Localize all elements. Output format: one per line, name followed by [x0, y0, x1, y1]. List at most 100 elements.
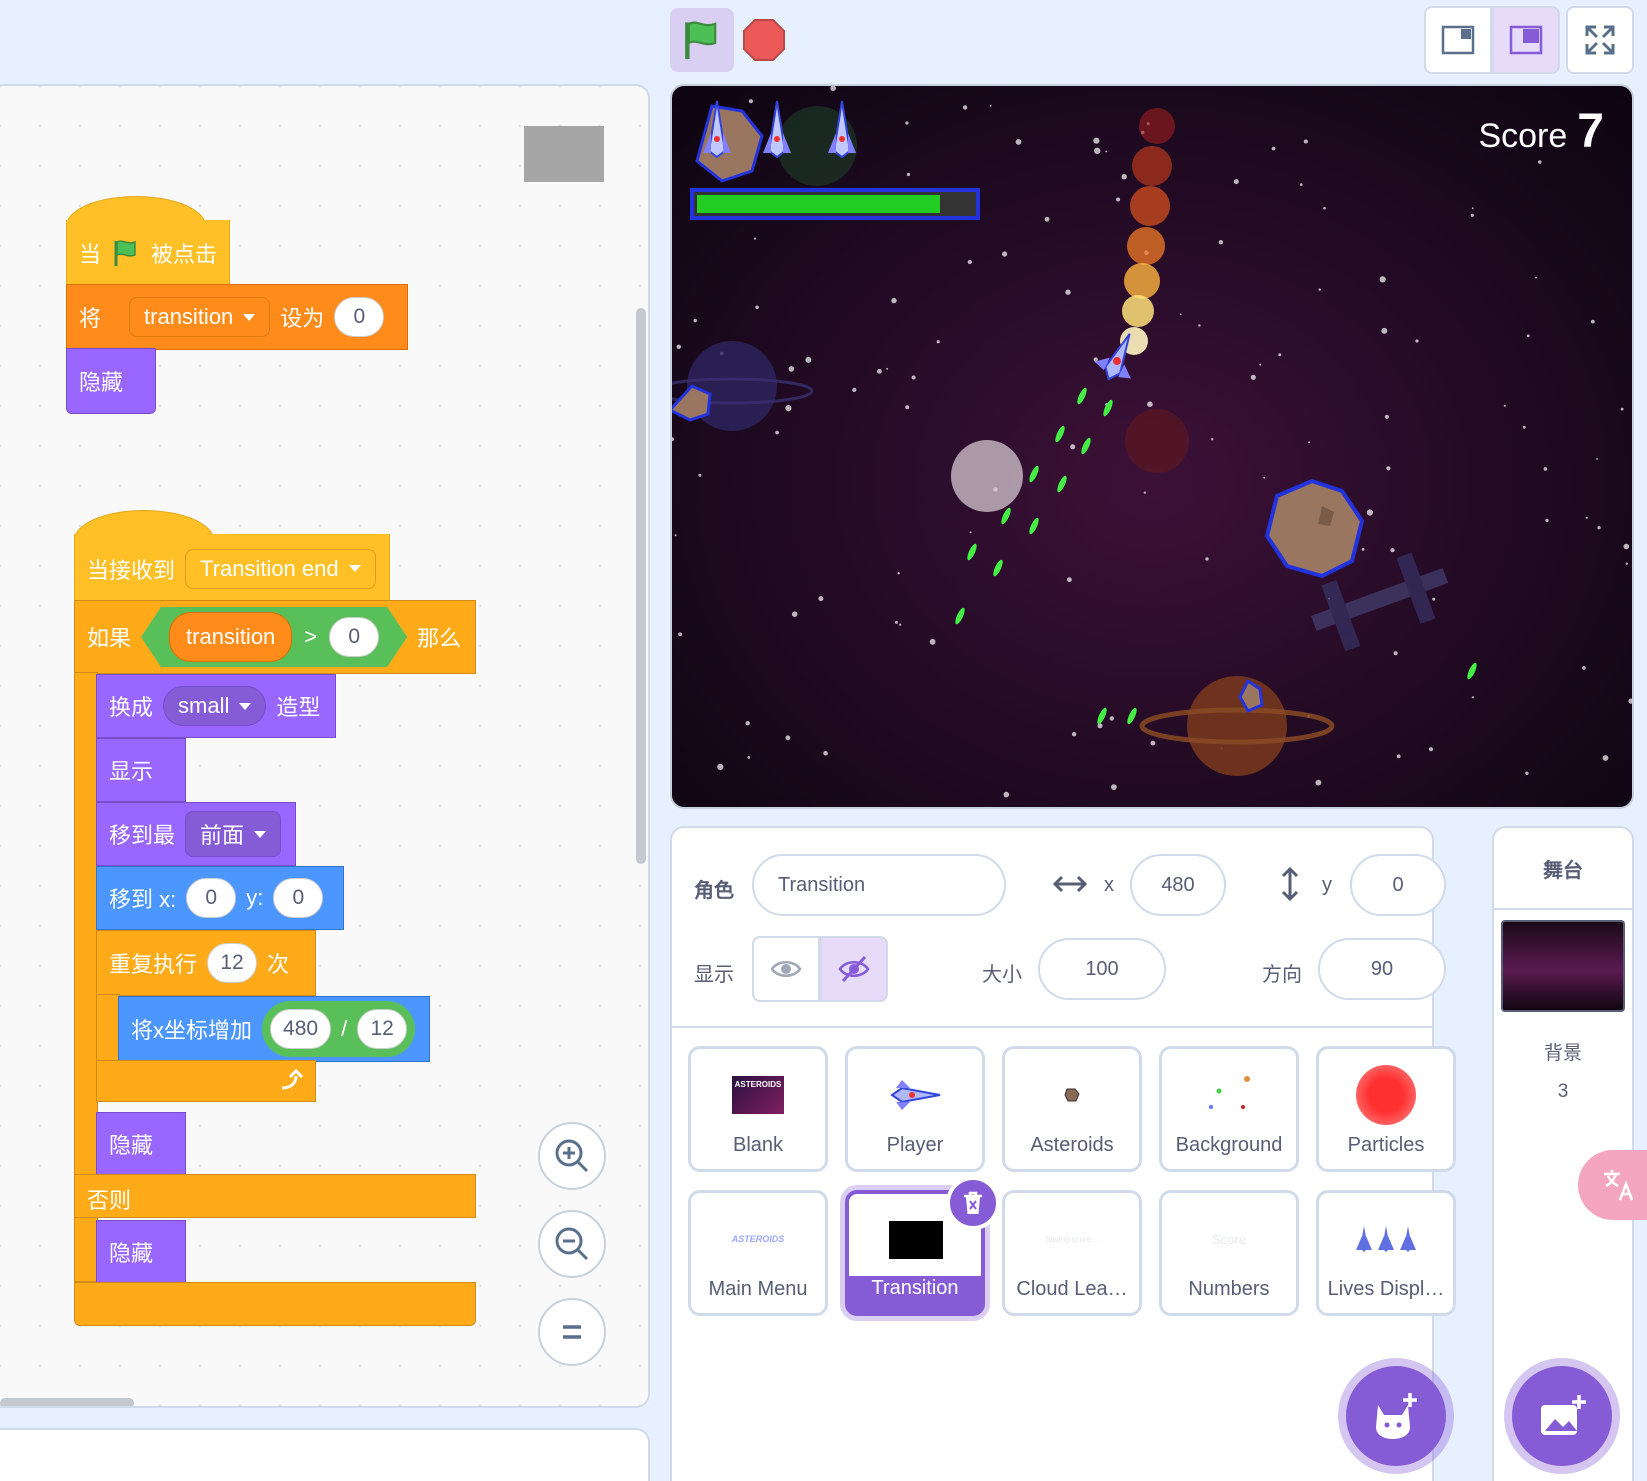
star [1470, 213, 1474, 217]
star [1628, 698, 1632, 704]
show-block[interactable]: 显示 [96, 738, 186, 802]
repeat-footer [96, 1060, 316, 1102]
x-input[interactable]: 480 [1130, 854, 1226, 916]
bullet [1127, 707, 1137, 725]
hide-block[interactable]: 隐藏 [66, 348, 156, 414]
repeat-count-input[interactable]: 12 [207, 943, 258, 983]
go-to-layer-block[interactable]: 移到最 前面 [96, 802, 296, 866]
sprite-tile-particles[interactable]: Particles [1316, 1046, 1456, 1172]
zoom-in-icon [555, 1139, 589, 1173]
zoom-in-button[interactable] [538, 1122, 606, 1190]
bottom-panel [0, 1428, 650, 1481]
asteroid-large [1264, 478, 1365, 579]
sprite-tile-blank[interactable]: ASTEROIDS Blank [688, 1046, 828, 1172]
game-stage[interactable]: Score 7 [670, 84, 1634, 809]
change-x-block[interactable]: 将x坐标增加 480 / 12 [118, 996, 430, 1062]
y-input[interactable]: 0 [1350, 854, 1446, 916]
show-hidden-button[interactable] [820, 936, 888, 1002]
costume-dropdown[interactable]: small [163, 686, 267, 726]
variable-dropdown[interactable]: transition [129, 297, 271, 337]
divide-a-input[interactable]: 480 [270, 1009, 332, 1049]
transition-variable-reporter[interactable]: transition [169, 612, 292, 662]
sprite-tile-cloud-leaderboard[interactable]: Saving score… Cloud Lea… [1002, 1190, 1142, 1316]
sprite-thumbnail [1197, 1069, 1261, 1121]
star [1065, 289, 1071, 295]
large-stage-button[interactable] [1492, 6, 1560, 74]
go-to-y-input[interactable]: 0 [273, 878, 324, 918]
add-backdrop-button[interactable] [1512, 1366, 1612, 1466]
layer-dropdown[interactable]: 前面 [185, 811, 282, 857]
sprite-thumbnail: ASTEROIDS [726, 1213, 790, 1265]
set-variable-block[interactable]: 将 transition 设为 0 [66, 284, 408, 350]
if-else-block[interactable]: 如果 transition > 0 那么 [74, 600, 476, 674]
green-flag-button[interactable] [670, 8, 734, 72]
sprite-tile-player[interactable]: Player [845, 1046, 985, 1172]
star [1585, 516, 1588, 519]
direction-input[interactable]: 90 [1318, 938, 1446, 1000]
bullet [993, 559, 1003, 577]
bullet [1055, 425, 1065, 443]
zoom-out-button[interactable] [538, 1210, 606, 1278]
star [1522, 425, 1526, 429]
sprite-tile-asteroids[interactable]: Asteroids [1002, 1046, 1142, 1172]
delete-sprite-button[interactable] [946, 1176, 1000, 1230]
add-sprite-button[interactable] [1346, 1366, 1446, 1466]
star [1384, 414, 1389, 419]
fullscreen-button[interactable] [1566, 6, 1634, 74]
workspace-sprite-preview [524, 126, 604, 182]
star [698, 473, 702, 477]
show-visible-button[interactable] [752, 936, 820, 1002]
star [1625, 562, 1628, 565]
compare-value-input[interactable]: 0 [329, 617, 379, 657]
star [962, 105, 968, 110]
divide-b-input[interactable]: 12 [357, 1009, 408, 1049]
go-to-x-label: 移到 x: [109, 887, 177, 912]
star [678, 632, 682, 637]
bullet [1467, 662, 1477, 680]
when-receive-block[interactable]: 当接收到 Transition end [74, 534, 390, 604]
sprite-thumbnail: ASTEROIDS [726, 1069, 790, 1121]
go-to-x-input[interactable]: 0 [186, 878, 237, 918]
hide-block-else[interactable]: 隐藏 [96, 1220, 186, 1284]
star [1381, 327, 1388, 334]
eye-icon [770, 961, 802, 977]
sprite-thumbnail [1040, 1069, 1104, 1121]
planet-saturn [1187, 676, 1287, 776]
message-dropdown[interactable]: Transition end [185, 548, 376, 589]
size-input[interactable]: 100 [1038, 938, 1166, 1000]
switch-costume-block[interactable]: 换成 small 造型 [96, 674, 336, 738]
horizontal-scrollbar[interactable] [0, 1398, 134, 1406]
star [788, 366, 795, 372]
sprite-tile-numbers[interactable]: Score Numbers [1159, 1190, 1299, 1316]
star [1015, 139, 1022, 145]
green-flag-icon [685, 21, 717, 60]
trash-icon [964, 1191, 982, 1214]
star [1263, 476, 1266, 479]
greater-than-operator[interactable]: transition > 0 [141, 607, 407, 667]
translate-button[interactable] [1578, 1150, 1647, 1220]
sprite-tile-lives-display[interactable]: Lives Displ… [1316, 1190, 1456, 1316]
set-value-input[interactable]: 0 [334, 297, 385, 337]
moon [951, 440, 1023, 512]
sprite-name-input[interactable]: Transition [752, 854, 1006, 916]
code-workspace[interactable]: 当 被点击 将 transition 设为 0 隐藏 当接收到 Transiti… [0, 84, 650, 1408]
divide-operator[interactable]: 480 / 12 [262, 1001, 416, 1057]
star [899, 623, 902, 626]
star [1415, 339, 1419, 343]
vertical-scrollbar[interactable] [636, 308, 646, 864]
zoom-reset-button[interactable] [538, 1298, 606, 1366]
repeat-block[interactable]: 重复执行 12 次 [96, 930, 316, 996]
stop-button[interactable] [742, 18, 786, 62]
cat-plus-icon [1376, 1393, 1417, 1439]
star [1396, 754, 1401, 759]
small-stage-button[interactable] [1424, 6, 1492, 74]
hide-block-then[interactable]: 隐藏 [96, 1112, 186, 1176]
star [1109, 716, 1114, 721]
sprite-name: Player [886, 1134, 944, 1156]
sprite-tile-background[interactable]: Background [1159, 1046, 1299, 1172]
go-to-xy-block[interactable]: 移到 x: 0 y: 0 [96, 866, 344, 930]
when-flag-clicked-block[interactable]: 当 被点击 [66, 220, 230, 286]
backdrop-thumbnail [1501, 920, 1625, 1012]
sprite-tile-main-menu[interactable]: ASTEROIDS Main Menu [688, 1190, 828, 1316]
star [755, 305, 759, 310]
